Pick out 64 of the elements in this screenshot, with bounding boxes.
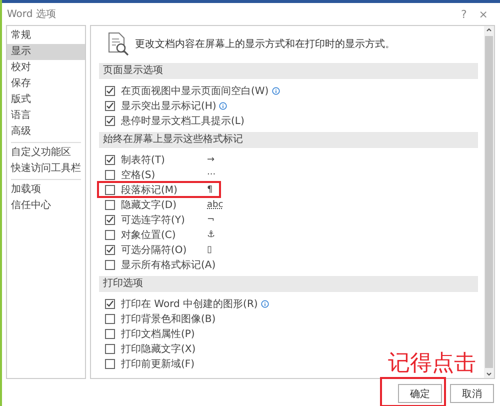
checkbox[interactable]	[105, 100, 115, 110]
sidebar-item[interactable]: 保存	[7, 76, 85, 92]
option-label: 打印背景色和图像(B)	[121, 312, 216, 326]
format-mark: ¬	[207, 214, 215, 224]
checkbox[interactable]	[105, 86, 115, 96]
option-label: 打印文档属性(P)	[121, 328, 195, 340]
option-label: 段落标记(M)	[121, 184, 178, 196]
checkbox[interactable]	[105, 314, 115, 324]
scroll-down-icon[interactable]	[485, 370, 493, 378]
checkbox[interactable]	[105, 214, 115, 224]
checkbox[interactable]	[105, 358, 115, 368]
option-label: 制表符(T)	[121, 154, 166, 166]
help-button[interactable]: ?	[454, 8, 473, 20]
sidebar-item[interactable]: 常规	[7, 28, 85, 44]
sidebar-item[interactable]: 版式	[7, 92, 85, 108]
checkbox[interactable]	[105, 230, 115, 240]
option-label: 悬停时显示文档工具提示(L)	[121, 114, 244, 128]
sidebar-item[interactable]: 加载项	[7, 182, 85, 198]
close-button[interactable]: ×	[472, 8, 494, 20]
checkbox[interactable]	[105, 154, 115, 164]
cancel-button[interactable]: 取消	[450, 384, 494, 404]
checkbox[interactable]	[105, 200, 115, 210]
sidebar-item[interactable]: 校对	[7, 60, 85, 76]
option-label: 空格(S)	[121, 168, 156, 182]
option-label: 可选分隔符(O)	[121, 244, 188, 256]
scroll-up-icon[interactable]	[485, 26, 493, 34]
sidebar-item[interactable]: 高级	[7, 124, 85, 140]
format-mark: ···	[207, 170, 216, 180]
checkbox[interactable]	[105, 116, 115, 126]
sidebar-item[interactable]: 显示	[7, 44, 85, 60]
section-header: 页面显示选项	[99, 63, 478, 79]
option-label: 对象位置(C)	[121, 228, 177, 242]
sidebar-item[interactable]: 自定义功能区	[7, 145, 85, 161]
ok-button[interactable]: 确定	[398, 384, 442, 404]
format-mark: ▯	[207, 244, 212, 254]
sidebar-item[interactable]: 信任中心	[7, 198, 85, 214]
checkbox[interactable]	[105, 328, 115, 338]
document-search-icon	[107, 32, 129, 56]
option-label: 可选连字符(Y)	[121, 214, 186, 226]
option-label: 在页面视图中显示页面间空白(W)	[121, 84, 269, 98]
intro-text: 更改文档内容在屏幕上的显示方式和在打印时的显示方式。	[135, 38, 395, 51]
checkbox[interactable]	[105, 170, 115, 180]
sidebar-item[interactable]: 快速访问工具栏	[7, 161, 85, 177]
annotation-text: 记得点击	[388, 350, 476, 378]
option-label: 打印前更新域(F)	[121, 358, 195, 370]
checkbox[interactable]	[105, 184, 115, 194]
scrollbar[interactable]	[484, 26, 494, 378]
format-mark: ¶	[207, 184, 213, 194]
checkbox[interactable]	[105, 344, 115, 354]
option-label: 显示突出显示标记(H)	[121, 100, 216, 112]
checkbox[interactable]	[105, 298, 115, 308]
section-header: 打印选项	[99, 276, 478, 292]
option-label: 打印在 Word 中创建的图形(R)	[121, 298, 258, 310]
checkbox[interactable]	[105, 260, 115, 270]
format-mark: ⚓	[207, 230, 216, 240]
format-mark: →	[207, 154, 215, 164]
format-mark: abc	[207, 200, 224, 210]
option-label: 隐藏文字(D)	[121, 198, 178, 212]
window-title: Word 选项	[7, 8, 57, 21]
option-label: 显示所有格式标记(A)	[121, 258, 216, 272]
section-header: 始终在屏幕上显示这些格式标记	[99, 132, 478, 148]
sidebar-item[interactable]: 语言	[7, 108, 85, 124]
checkbox[interactable]	[105, 244, 115, 254]
option-label: 打印隐藏文字(X)	[121, 342, 196, 356]
